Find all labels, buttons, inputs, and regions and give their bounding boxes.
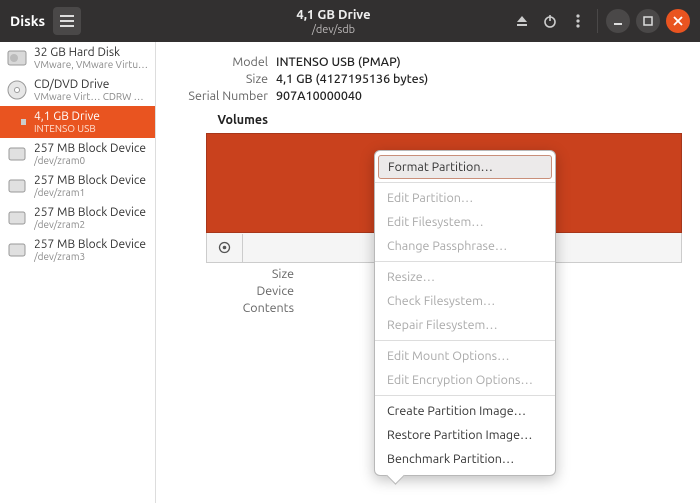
device-name: 257 MB Block Device bbox=[34, 142, 146, 155]
device-sub: /dev/zram0 bbox=[34, 155, 146, 166]
maximize-button[interactable] bbox=[636, 9, 660, 33]
header-subtitle: 4,1 GB Drive /dev/sdb bbox=[156, 5, 511, 37]
device-sub: VMware Virt… CDRW Drive bbox=[34, 91, 149, 102]
volumes-heading: Volumes bbox=[156, 113, 276, 127]
device-name: CD/DVD Drive bbox=[34, 78, 149, 91]
device-name: 32 GB Hard Disk bbox=[34, 46, 149, 59]
sidebar-device-2[interactable]: 4,1 GB DriveINTENSO USB bbox=[0, 106, 155, 138]
hdd-icon bbox=[6, 47, 28, 69]
serial-label: Serial Number bbox=[156, 89, 276, 103]
optical-icon bbox=[6, 79, 28, 101]
device-sidebar: 32 GB Hard DiskVMware, VMware Virtual SC… bbox=[0, 42, 156, 503]
menu-repair-filesystem: Repair Filesystem… bbox=[375, 313, 555, 337]
device-name: 257 MB Block Device bbox=[34, 174, 146, 187]
menu-change-passphrase: Change Passphrase… bbox=[375, 234, 555, 258]
drive-title: 4,1 GB Drive bbox=[156, 8, 511, 24]
device-sub: /dev/zram1 bbox=[34, 187, 146, 198]
menu-edit-partition: Edit Partition… bbox=[375, 186, 555, 210]
vol-device-label: Device bbox=[206, 284, 302, 298]
block-icon bbox=[6, 207, 28, 229]
sidebar-device-4[interactable]: 257 MB Block Device/dev/zram1 bbox=[0, 170, 155, 202]
power-off-button[interactable] bbox=[539, 10, 561, 32]
size-value: 4,1 GB (4127195136 bytes) bbox=[276, 72, 428, 86]
device-name: 257 MB Block Device bbox=[34, 206, 146, 219]
menu-restore-partition-image[interactable]: Restore Partition Image… bbox=[375, 423, 555, 447]
model-label: Model bbox=[156, 55, 276, 69]
size-label: Size bbox=[156, 72, 276, 86]
drive-menu-button[interactable] bbox=[567, 10, 589, 32]
kebab-icon bbox=[576, 14, 580, 28]
volume-settings-button[interactable] bbox=[207, 234, 243, 262]
device-sub: /dev/zram3 bbox=[34, 251, 146, 262]
menu-benchmark-partition[interactable]: Benchmark Partition… bbox=[375, 447, 555, 471]
maximize-icon bbox=[643, 16, 653, 26]
eject-icon bbox=[515, 14, 529, 28]
sidebar-device-3[interactable]: 257 MB Block Device/dev/zram0 bbox=[0, 138, 155, 170]
header-bar: Disks 4,1 GB Drive /dev/sdb bbox=[0, 0, 700, 42]
device-name: 257 MB Block Device bbox=[34, 238, 146, 251]
vol-size-label: Size bbox=[206, 267, 302, 281]
menu-check-filesystem: Check Filesystem… bbox=[375, 289, 555, 313]
minimize-button[interactable] bbox=[606, 9, 630, 33]
sidebar-device-0[interactable]: 32 GB Hard DiskVMware, VMware Virtual S bbox=[0, 42, 155, 74]
eject-button[interactable] bbox=[511, 10, 533, 32]
drive-path: /dev/sdb bbox=[156, 24, 511, 37]
gear-icon bbox=[217, 240, 232, 255]
close-icon bbox=[673, 16, 683, 26]
block-icon bbox=[6, 143, 28, 165]
device-sub: /dev/zram2 bbox=[34, 219, 146, 230]
menu-edit-filesystem: Edit Filesystem… bbox=[375, 210, 555, 234]
block-icon bbox=[6, 239, 28, 261]
menu-icon bbox=[60, 15, 74, 27]
power-icon bbox=[543, 14, 557, 28]
content-pane: ModelINTENSO USB (PMAP) Size4,1 GB (4127… bbox=[156, 42, 700, 503]
menu-resize: Resize… bbox=[375, 265, 555, 289]
device-sub: INTENSO USB bbox=[34, 123, 100, 134]
model-value: INTENSO USB (PMAP) bbox=[276, 55, 401, 69]
menu-edit-encryption-options: Edit Encryption Options… bbox=[375, 368, 555, 392]
close-button[interactable] bbox=[666, 9, 690, 33]
partition-context-menu: Format Partition… Edit Partition… Edit F… bbox=[374, 150, 556, 476]
device-sub: VMware, VMware Virtual S bbox=[34, 59, 149, 70]
menu-create-partition-image[interactable]: Create Partition Image… bbox=[375, 399, 555, 423]
usb-icon bbox=[6, 111, 28, 133]
serial-value: 907A10000040 bbox=[276, 89, 362, 103]
device-name: 4,1 GB Drive bbox=[34, 110, 100, 123]
sidebar-device-5[interactable]: 257 MB Block Device/dev/zram2 bbox=[0, 202, 155, 234]
sidebar-device-6[interactable]: 257 MB Block Device/dev/zram3 bbox=[0, 234, 155, 266]
hamburger-menu-button[interactable] bbox=[53, 7, 81, 35]
menu-edit-mount-options: Edit Mount Options… bbox=[375, 344, 555, 368]
sidebar-device-1[interactable]: CD/DVD DriveVMware Virt… CDRW Drive bbox=[0, 74, 155, 106]
menu-format-partition[interactable]: Format Partition… bbox=[378, 155, 552, 179]
minimize-icon bbox=[613, 16, 623, 26]
block-icon bbox=[6, 175, 28, 197]
app-title: Disks bbox=[10, 13, 45, 29]
vol-contents-label: Contents bbox=[206, 301, 302, 315]
